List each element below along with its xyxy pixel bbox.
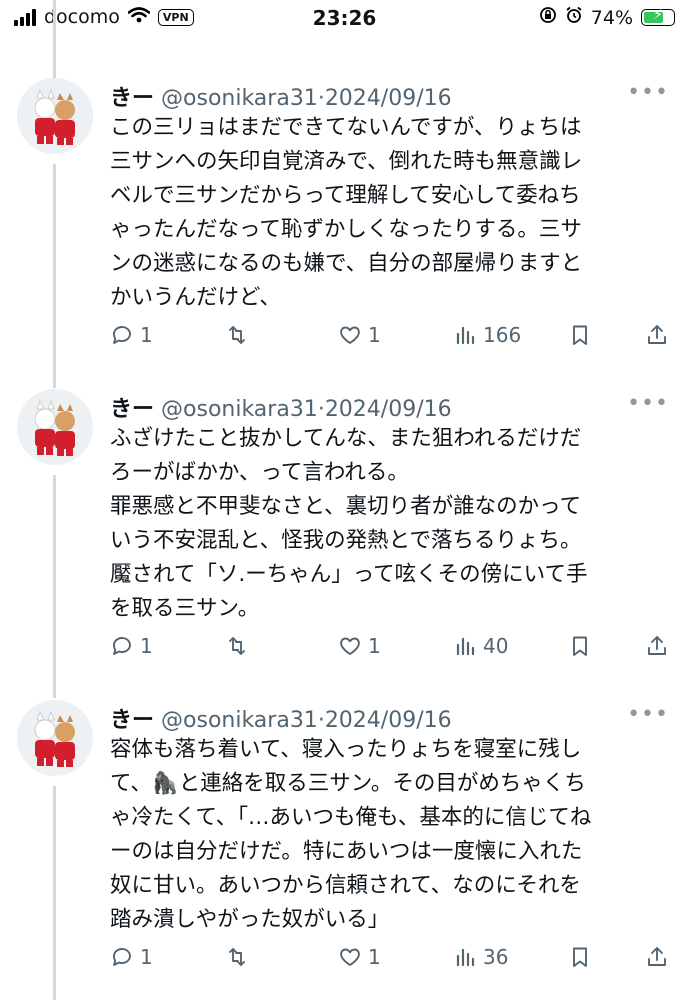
avatar[interactable] — [17, 700, 93, 776]
bookmark-icon — [573, 947, 587, 967]
reply-count: 1 — [140, 323, 153, 347]
retweet-icon — [229, 637, 245, 655]
bookmark-button[interactable] — [568, 634, 592, 658]
status-bar: docomo VPN 23:26 74% ⚡ — [0, 0, 689, 38]
orientation-lock-icon — [539, 6, 557, 29]
avatar[interactable] — [17, 389, 93, 465]
view-count: 36 — [483, 945, 509, 969]
like-count: 1 — [368, 945, 381, 969]
reply-button[interactable]: 1 — [110, 323, 153, 347]
bookmark-button[interactable] — [568, 945, 592, 969]
reply-button[interactable]: 1 — [110, 634, 153, 658]
reply-count: 1 — [140, 634, 153, 658]
retweet-icon — [229, 326, 245, 344]
separator: · — [317, 708, 325, 733]
author-name[interactable]: きー — [110, 708, 154, 733]
like-button[interactable]: 1 — [338, 634, 381, 658]
more-dots-icon[interactable]: ••• — [627, 80, 669, 105]
reply-button[interactable]: 1 — [110, 945, 153, 969]
reply-icon — [113, 326, 131, 344]
battery-icon: ⚡ — [641, 7, 675, 26]
author-name[interactable]: きー — [110, 397, 154, 422]
author-name[interactable]: きー — [110, 86, 154, 111]
tweet-text: ふざけたこと抜かしてんな、また狙われるだけだ ろーがばかか、って言われる。 罪悪… — [110, 426, 588, 621]
views-button[interactable]: 166 — [453, 323, 521, 347]
retweet-button[interactable] — [225, 945, 255, 969]
views-button[interactable]: 40 — [453, 634, 508, 658]
share-button[interactable] — [645, 945, 669, 969]
tweet-date[interactable]: 2024/09/16 — [325, 86, 452, 111]
retweet-button[interactable] — [225, 323, 255, 347]
share-button[interactable] — [645, 323, 669, 347]
tweet-header: きー @osonikara31·2024/09/16 — [110, 80, 452, 112]
like-count: 1 — [368, 323, 381, 347]
charging-bolt-icon: ⚡ — [653, 7, 663, 23]
retweet-icon — [229, 948, 245, 966]
tweet-header: きー @osonikara31·2024/09/16 — [110, 702, 452, 734]
reply-icon — [113, 637, 131, 655]
more-dots-icon[interactable]: ••• — [627, 702, 669, 727]
author-handle[interactable]: @osonikara31 — [161, 708, 318, 733]
bookmark-icon — [573, 325, 587, 345]
share-icon — [648, 947, 666, 966]
bookmark-button[interactable] — [568, 323, 592, 347]
like-button[interactable]: 1 — [338, 323, 381, 347]
reply-icon — [113, 948, 131, 966]
tweet-text: この三リョはまだできてないんですが、りょちは 三サンへの矢印自覚済みで、倒れた時… — [110, 115, 583, 310]
share-icon — [648, 325, 666, 344]
views-chart-icon — [456, 637, 475, 656]
view-count: 40 — [483, 634, 509, 658]
retweet-button[interactable] — [225, 634, 255, 658]
thread-line — [53, 0, 56, 78]
tweet[interactable]: きー @osonikara31·2024/09/16 ••• この三リョはまだで… — [0, 78, 689, 378]
share-button[interactable] — [645, 634, 669, 658]
tweet-header: きー @osonikara31·2024/09/16 — [110, 391, 452, 423]
tweet[interactable]: きー @osonikara31·2024/09/16 ••• 容体も落ち着いて、… — [0, 700, 689, 1000]
separator: · — [317, 86, 325, 111]
tweet[interactable]: きー @osonikara31·2024/09/16 ••• ふざけたこと抜かし… — [0, 389, 689, 689]
avatar[interactable] — [17, 78, 93, 154]
battery-percent: 74% — [590, 6, 633, 29]
like-count: 1 — [368, 634, 381, 658]
author-handle[interactable]: @osonikara31 — [161, 397, 318, 422]
tweet-text: 容体も落ち着いて、寝入ったりょちを寝室に残し て、🦍と連絡を取る三サン。その目が… — [110, 737, 592, 932]
views-button[interactable]: 36 — [453, 945, 508, 969]
heart-icon — [340, 637, 360, 655]
tweet-date[interactable]: 2024/09/16 — [325, 397, 452, 422]
views-chart-icon — [456, 948, 475, 967]
tweet-date[interactable]: 2024/09/16 — [325, 708, 452, 733]
share-icon — [648, 636, 666, 655]
more-dots-icon[interactable]: ••• — [627, 391, 669, 416]
reply-count: 1 — [140, 945, 153, 969]
separator: · — [317, 397, 325, 422]
heart-icon — [340, 948, 360, 966]
action-bar: 1 1 36 — [110, 945, 670, 975]
views-chart-icon — [456, 326, 475, 345]
action-bar: 1 1 40 — [110, 634, 670, 664]
bookmark-icon — [573, 636, 587, 656]
view-count: 166 — [483, 323, 522, 347]
author-handle[interactable]: @osonikara31 — [161, 86, 318, 111]
alarm-icon — [565, 6, 583, 29]
action-bar: 1 1 166 — [110, 323, 670, 353]
heart-icon — [340, 326, 360, 344]
like-button[interactable]: 1 — [338, 945, 381, 969]
